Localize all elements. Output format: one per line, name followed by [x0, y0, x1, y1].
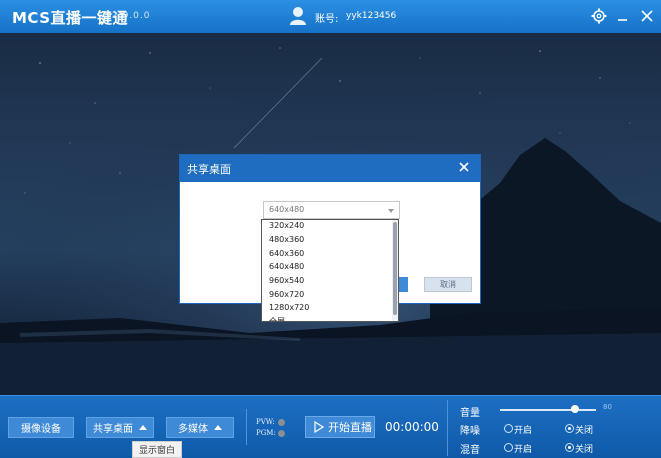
- caret-up-icon: [214, 425, 222, 430]
- dropdown-scrollbar[interactable]: [392, 220, 398, 321]
- mixing-off-label: 关闭: [575, 445, 594, 455]
- caret-up-icon: [139, 425, 147, 430]
- resolution-select[interactable]: 640x480: [263, 201, 400, 219]
- scrollbar-thumb[interactable]: [393, 222, 397, 315]
- mixing-on-label: 开启: [514, 445, 533, 455]
- resolution-option[interactable]: 320x240: [269, 221, 304, 230]
- resolution-option[interactable]: 960x720: [269, 290, 304, 299]
- close-icon[interactable]: [457, 160, 471, 174]
- dialog-title: 共享桌面: [187, 163, 231, 176]
- volume-label: 音量: [460, 408, 480, 419]
- divider: [447, 400, 448, 456]
- app-version: 2.0.0.0: [112, 11, 151, 21]
- pvw-indicator: [278, 419, 285, 426]
- mixing-on-radio[interactable]: [504, 443, 513, 452]
- play-icon: [314, 421, 324, 433]
- volume-slider-track[interactable]: [500, 409, 596, 411]
- minimize-icon[interactable]: [614, 7, 632, 25]
- share-desktop-tooltip: 显示窗白: [132, 441, 182, 458]
- camera-device-label: 摄像设备: [21, 424, 61, 435]
- multimedia-button[interactable]: 多媒体: [166, 417, 234, 438]
- camera-device-button[interactable]: 摄像设备: [8, 417, 74, 438]
- resolution-option[interactable]: 1280x720: [269, 303, 309, 312]
- mixing-label: 混音: [460, 445, 480, 456]
- noise-off-label: 关闭: [575, 426, 594, 436]
- resolution-dropdown-list: 320x240 480x360 640x360 640x480 960x540 …: [261, 219, 399, 322]
- resolution-option[interactable]: 640x480: [269, 262, 304, 271]
- cancel-button[interactable]: 取消: [424, 277, 472, 292]
- live-timer: 00:00:00: [385, 420, 439, 434]
- chevron-down-icon: [388, 209, 394, 213]
- start-live-label: 开始直播: [328, 421, 372, 434]
- settings-icon[interactable]: [590, 7, 608, 25]
- noise-reduction-label: 降噪: [460, 426, 480, 437]
- account-label: 账号:: [315, 14, 339, 25]
- title-bar: MCS直播一键通 2.0.0.0 账号: yyk123456: [0, 0, 661, 33]
- pgm-label: PGM:: [256, 429, 276, 437]
- cancel-label: 取消: [440, 280, 456, 289]
- pvw-label: PVW:: [256, 418, 275, 426]
- noise-on-radio[interactable]: [504, 424, 513, 433]
- multimedia-label: 多媒体: [178, 424, 208, 435]
- volume-slider-thumb[interactable]: [571, 405, 579, 413]
- start-live-button[interactable]: 开始直播: [305, 416, 375, 438]
- confirm-button[interactable]: [398, 277, 408, 292]
- pgm-indicator: [278, 430, 285, 437]
- noise-off-radio[interactable]: [565, 424, 574, 433]
- share-desktop-label: 共享桌面: [93, 424, 133, 435]
- noise-on-label: 开启: [514, 426, 533, 436]
- user-icon: [290, 7, 306, 25]
- resolution-option[interactable]: 640x360: [269, 249, 304, 258]
- resolution-option[interactable]: 960x540: [269, 276, 304, 285]
- resolution-option[interactable]: 全屏: [269, 316, 285, 321]
- close-icon[interactable]: [638, 7, 656, 25]
- account-value: yyk123456: [346, 11, 397, 21]
- app-title: MCS直播一键通: [12, 9, 129, 27]
- resolution-select-value: 640x480: [269, 205, 305, 214]
- divider: [246, 409, 247, 445]
- resolution-option[interactable]: 480x360: [269, 235, 304, 244]
- volume-value: 80: [603, 403, 612, 411]
- mixing-off-radio[interactable]: [565, 443, 574, 452]
- share-desktop-button[interactable]: 共享桌面: [86, 417, 154, 438]
- dialog-header: 共享桌面: [180, 155, 480, 182]
